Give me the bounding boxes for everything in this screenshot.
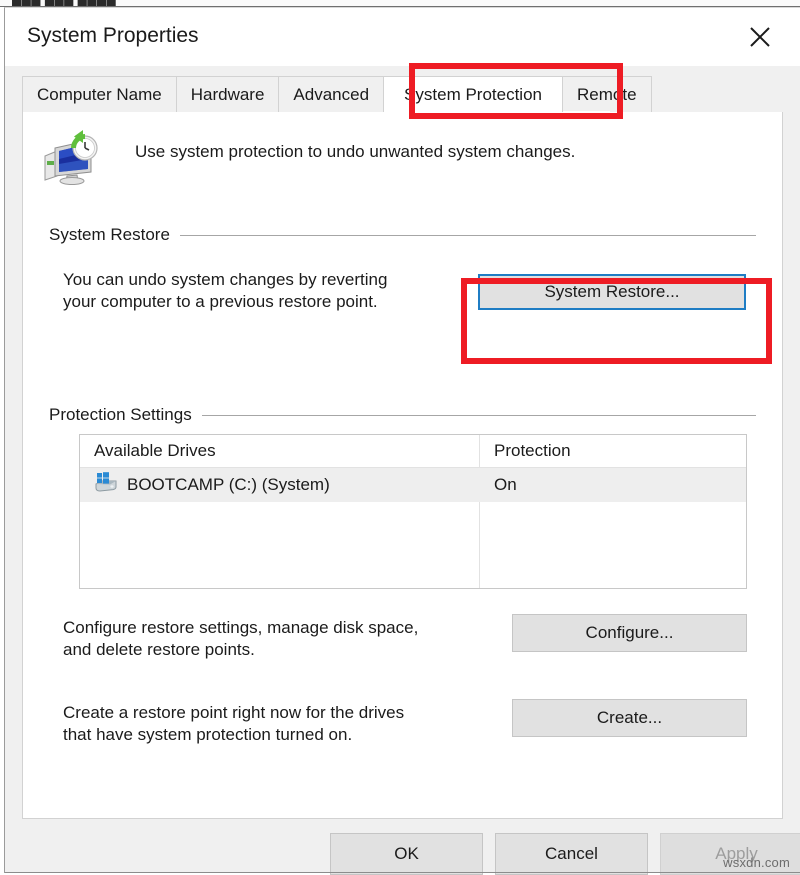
cell-drive-label: BOOTCAMP (C:) (System): [127, 475, 330, 494]
tab-label: Advanced: [293, 84, 370, 104]
tab-hardware[interactable]: Hardware: [175, 76, 280, 112]
configure-description-line2: and delete restore points.: [63, 640, 255, 659]
configure-button[interactable]: Configure...: [512, 614, 747, 652]
ok-button[interactable]: OK: [330, 833, 483, 875]
titlebar: System Properties: [5, 8, 800, 66]
system-restore-description-line2: your computer to a previous restore poin…: [63, 292, 378, 311]
column-header-available-drives[interactable]: Available Drives: [80, 441, 480, 461]
cell-protection: On: [494, 475, 517, 494]
system-restore-group-header: System Restore: [49, 225, 756, 245]
tab-strip: Computer Name Hardware Advanced System P…: [5, 66, 800, 112]
configure-button-label: Configure...: [585, 623, 674, 642]
group-title: System Restore: [49, 225, 170, 244]
cancel-button[interactable]: Cancel: [495, 833, 648, 875]
cell-drive: BOOTCAMP (C:) (System): [80, 472, 480, 498]
system-restore-button[interactable]: System Restore...: [478, 274, 746, 310]
tab-computer-name[interactable]: Computer Name: [22, 76, 177, 112]
system-properties-dialog: System Properties Computer Name Hardware…: [4, 7, 800, 875]
system-protection-panel: Use system protection to undo unwanted s…: [22, 111, 783, 819]
system-restore-description-line1: You can undo system changes by reverting: [63, 270, 388, 289]
hard-drive-icon: [94, 472, 118, 498]
cutoff-window-strip: ▄▄▄ ▄▄▄ ▄▄▄▄ ▀▀▀▀▀▀▀: [0, 0, 800, 7]
close-icon[interactable]: [726, 8, 794, 66]
table-header-row: Available Drives Protection: [80, 435, 746, 468]
watermark: wsxdn.com: [723, 855, 790, 870]
system-protection-icon: [43, 126, 99, 191]
system-restore-button-label: System Restore...: [544, 282, 680, 301]
create-button[interactable]: Create...: [512, 699, 747, 737]
tab-label: Remote: [577, 84, 637, 104]
dialog-footer: OK Cancel Apply wsxdn.com: [5, 819, 800, 875]
create-description: Create a restore point right now for the…: [63, 702, 404, 746]
window-title: System Properties: [27, 24, 199, 47]
protection-settings-group-header: Protection Settings: [49, 405, 756, 425]
panel-description: Use system protection to undo unwanted s…: [135, 142, 576, 161]
group-divider: [201, 414, 756, 416]
table-row[interactable]: BOOTCAMP (C:) (System) On: [80, 468, 746, 502]
create-description-line1: Create a restore point right now for the…: [63, 703, 405, 722]
create-description-line2: that have system protection turned on.: [63, 725, 353, 744]
group-title: Protection Settings: [49, 405, 192, 424]
tab-system-protection[interactable]: System Protection: [383, 76, 563, 112]
ok-button-label: OK: [394, 844, 419, 863]
column-header-protection[interactable]: Protection: [480, 441, 571, 461]
cancel-button-label: Cancel: [545, 844, 598, 863]
tab-label: Hardware: [190, 84, 265, 104]
configure-description: Configure restore settings, manage disk …: [63, 617, 418, 661]
tab-remote[interactable]: Remote: [562, 76, 652, 112]
tab-advanced[interactable]: Advanced: [278, 76, 385, 112]
panel-header: Use system protection to undo unwanted s…: [43, 126, 575, 191]
group-divider: [179, 234, 756, 236]
system-restore-description: You can undo system changes by reverting…: [63, 269, 387, 313]
configure-description-line1: Configure restore settings, manage disk …: [63, 618, 419, 637]
tab-label: Computer Name: [37, 84, 162, 104]
create-button-label: Create...: [596, 708, 663, 727]
tab-label: System Protection: [404, 84, 542, 104]
available-drives-table[interactable]: Available Drives Protection BOOTCAMP (C:…: [79, 434, 747, 589]
